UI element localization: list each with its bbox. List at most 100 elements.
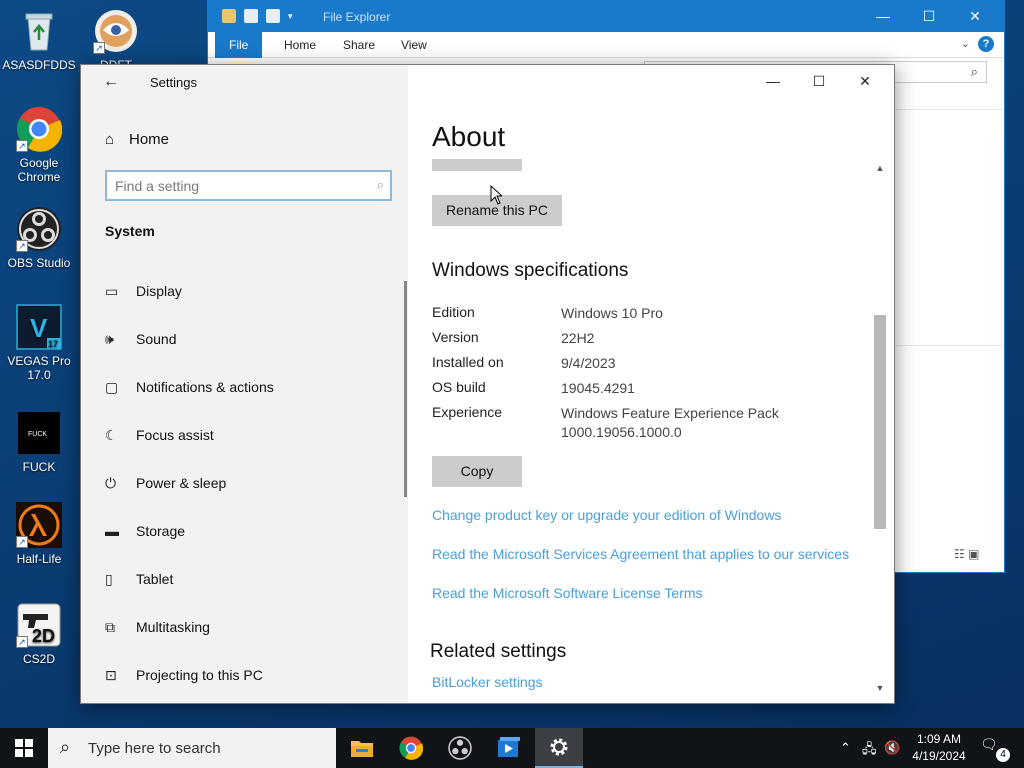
windows-specifications-heading: Windows specifications — [432, 260, 629, 281]
desktop-icon-google-chrome[interactable]: ↗ Google Chrome — [1, 106, 77, 184]
new-folder-icon[interactable] — [266, 9, 280, 23]
sidebar-item-label: Notifications & actions — [136, 379, 274, 395]
find-setting-search[interactable]: ⌕ — [105, 170, 392, 201]
taskbar-obs[interactable] — [436, 728, 484, 768]
desktop-icon-half-life[interactable]: ↗ Half-Life — [1, 502, 77, 566]
folder-icon[interactable] — [222, 9, 236, 23]
chrome-icon — [399, 736, 423, 760]
sidebar-item-display[interactable]: ▭ Display — [81, 267, 408, 315]
chevron-down-icon[interactable]: ⌄ — [961, 37, 970, 50]
desktop-icon-asasdfdds[interactable]: ASASDFDDS — [1, 8, 77, 72]
spec-key: Installed on — [432, 354, 504, 370]
half-life-icon: ↗ — [16, 502, 62, 548]
moon-icon: ☾ — [105, 426, 118, 443]
ribbon-tab-home[interactable]: Home — [270, 32, 330, 58]
taskbar-settings[interactable] — [535, 728, 583, 768]
spec-value: Windows Feature Experience Pack 1000.190… — [561, 405, 779, 440]
sidebar-item-sound[interactable]: 🕪 Sound — [81, 315, 408, 363]
settings-window[interactable]: ← Settings ⌂ Home ⌕ System ▭ Display 🕪 S… — [80, 64, 895, 704]
related-settings-heading: Related settings — [430, 641, 567, 662]
network-icon[interactable]: 🖧 — [862, 740, 877, 762]
speaker-icon: 🕪 — [105, 330, 114, 347]
ribbon-tab-share[interactable]: Share — [329, 32, 389, 58]
license-terms-link[interactable]: Read the Microsoft Software License Term… — [432, 585, 703, 601]
taskbar-file-explorer[interactable] — [338, 728, 386, 768]
divider — [896, 109, 1004, 110]
spec-value: 9/4/2023 — [561, 355, 616, 371]
settings-app-title: Settings — [150, 75, 197, 90]
sidebar-item-storage[interactable]: ▬ Storage — [81, 507, 408, 555]
shortcut-arrow-icon: ↗ — [16, 636, 28, 648]
sidebar-item-multitasking[interactable]: ⧉ Multitasking — [81, 603, 408, 651]
bitlocker-settings-link[interactable]: BitLocker settings — [432, 674, 543, 690]
recycle-bin-icon — [16, 8, 62, 54]
maximize-button[interactable]: ☐ — [906, 1, 952, 32]
help-icon[interactable]: ? — [978, 36, 994, 52]
ribbon-tabs: File Home Share View ⌄ ? — [208, 32, 1004, 58]
spec-key: Experience — [432, 404, 503, 420]
sidebar-item-label: Home — [129, 130, 170, 148]
minimize-button[interactable]: — — [860, 1, 906, 32]
vegas-version: 17 — [48, 339, 58, 349]
search-icon: ⌕ — [376, 177, 384, 192]
sidebar-scrollbar[interactable] — [404, 281, 407, 497]
movie-app-icon — [498, 737, 520, 757]
desktop-icon-cs2d[interactable]: 2D ↗ CS2D — [1, 602, 77, 666]
close-button[interactable]: ✕ — [952, 1, 998, 32]
vegas-letter: V — [30, 313, 48, 343]
sidebar-item-label: Projecting to this PC — [136, 667, 263, 683]
taskbar-chrome[interactable] — [387, 728, 435, 768]
sidebar-item-home[interactable]: ⌂ Home — [105, 129, 169, 149]
desktop-icon-fuck[interactable]: FUCK FUCK — [1, 410, 77, 474]
copy-button[interactable]: Copy — [432, 456, 522, 487]
tablet-icon: ▯ — [105, 570, 113, 587]
sidebar-item-power-sleep[interactable]: ⏻ Power & sleep — [81, 459, 408, 507]
clock-date: 4/19/2024 — [912, 749, 966, 763]
notification-count-badge: 4 — [996, 748, 1010, 762]
copy-button-partial[interactable] — [432, 159, 522, 171]
sidebar-item-notifications[interactable]: ▢ Notifications & actions — [81, 363, 408, 411]
projecting-icon: ⊡ — [105, 666, 117, 683]
scroll-up-arrow-icon[interactable]: ▲ — [873, 163, 887, 173]
show-hidden-icons-chevron-up-icon[interactable]: ⌃ — [840, 740, 851, 756]
desktop-icon-ddft[interactable]: ↗ DDFT — [78, 8, 154, 68]
action-center-button[interactable]: 🗨 4 — [980, 736, 1010, 762]
taskbar-search-box[interactable]: ⌕ Type here to search — [48, 728, 336, 768]
sidebar-item-focus-assist[interactable]: ☾ Focus assist — [81, 411, 408, 459]
start-button[interactable] — [0, 728, 48, 768]
ribbon-tab-file[interactable]: File — [215, 32, 263, 58]
sidebar-item-tablet[interactable]: ▯ Tablet — [81, 555, 408, 603]
sidebar-item-projecting[interactable]: ⊡ Projecting to this PC — [81, 651, 408, 699]
obs-icon — [448, 736, 472, 760]
shortcut-arrow-icon: ↗ — [16, 240, 28, 252]
shortcut-arrow-icon: ↗ — [16, 140, 28, 152]
desktop-icon-label: Half-Life — [16, 552, 62, 566]
change-product-key-link[interactable]: Change product key or upgrade your editi… — [432, 507, 781, 523]
back-arrow-icon[interactable]: ← — [103, 73, 119, 91]
taskbar-media-app[interactable] — [485, 728, 533, 768]
folder-icon — [351, 741, 373, 757]
shortcut-arrow-icon: ↗ — [93, 42, 105, 54]
volume-muted-icon[interactable]: 🔇 — [884, 740, 900, 756]
customize-toolbar-icon[interactable]: ▾ — [288, 9, 302, 23]
properties-icon[interactable] — [244, 9, 258, 23]
maximize-button[interactable]: ☐ — [796, 65, 842, 97]
spec-key: OS build — [432, 379, 486, 395]
view-toggle-icons[interactable]: ☷ ▣ — [954, 547, 979, 561]
cs2d-icon: 2D ↗ — [16, 602, 62, 648]
scrollbar-thumb[interactable] — [874, 315, 886, 529]
desktop-icon-label: VEGAS Pro 17.0 — [7, 354, 71, 382]
notification-icon: ▢ — [105, 378, 119, 395]
find-setting-input[interactable] — [107, 172, 347, 199]
ribbon-tab-view[interactable]: View — [387, 32, 441, 58]
home-icon: ⌂ — [105, 130, 115, 148]
desktop-icon-vegas-pro[interactable]: V 17 VEGAS Pro 17.0 — [1, 304, 77, 382]
taskbar-clock[interactable]: 1:09 AM 4/19/2024 — [906, 731, 972, 765]
minimize-button[interactable]: — — [750, 65, 796, 97]
desktop-icon-obs-studio[interactable]: ↗ OBS Studio — [1, 206, 77, 270]
content-scrollbar[interactable]: ▲ ▼ — [873, 163, 887, 697]
close-button[interactable]: ✕ — [842, 65, 888, 97]
services-agreement-link[interactable]: Read the Microsoft Services Agreement th… — [432, 546, 849, 562]
file-explorer-titlebar[interactable]: ▾ File Explorer — ☐ ✕ — [208, 1, 1004, 32]
scroll-down-arrow-icon[interactable]: ▼ — [873, 683, 887, 693]
